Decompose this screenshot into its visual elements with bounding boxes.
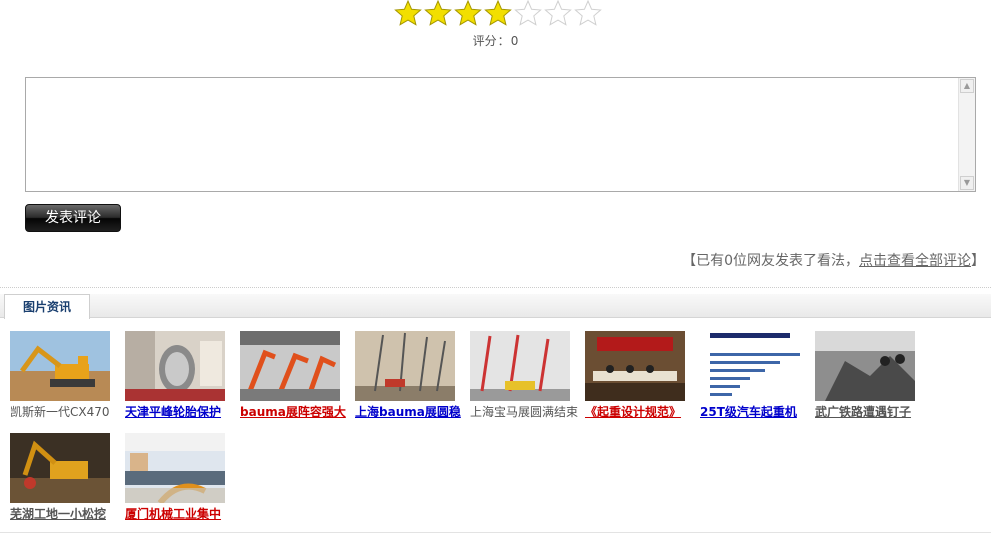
cranes-expo-photo[interactable] — [470, 331, 570, 401]
gallery-caption[interactable]: 上海宝马展圆满结束 — [470, 403, 582, 420]
comment-summary-suffix: 】 — [971, 253, 985, 269]
gallery-caption[interactable]: 《起重设计规范》 — [585, 403, 697, 420]
star-filled-icon[interactable] — [393, 0, 423, 26]
divider — [0, 287, 991, 288]
gallery-caption[interactable]: 厦门机械工业集中 — [125, 505, 237, 522]
gallery-item[interactable]: 天津平峰轮胎保护 — [125, 331, 237, 420]
gallery-item[interactable]: 上海bauma展圆稳 — [355, 331, 467, 420]
comment-box: ▲ ▼ — [25, 77, 976, 192]
gallery-item[interactable]: 25T级汽车起重机 — [700, 331, 812, 420]
gallery-item[interactable]: 上海宝马展圆满结束 — [470, 331, 582, 420]
gallery-caption[interactable]: 25T级汽车起重机 — [700, 403, 812, 420]
gallery-item[interactable]: 芜湖工地一小松挖 — [10, 433, 122, 522]
comment-textarea[interactable] — [26, 78, 959, 191]
gallery-item[interactable]: 凯斯新一代CX470 — [10, 331, 122, 420]
excavator-photo[interactable] — [10, 331, 110, 401]
demolition-photo[interactable] — [815, 331, 915, 401]
gallery-item[interactable]: 武广铁路遭遇钉子 — [815, 331, 927, 420]
gallery-item[interactable]: bauma展阵容强大 — [240, 331, 352, 420]
tab-photo-news[interactable]: 图片资讯 — [4, 294, 90, 319]
gallery-caption[interactable]: 芜湖工地一小松挖 — [10, 505, 122, 522]
gallery-caption[interactable]: bauma展阵容强大 — [240, 403, 352, 420]
star-empty-icon[interactable] — [543, 0, 573, 26]
view-all-comments-link[interactable]: 点击查看全部评论 — [859, 253, 971, 269]
rating-score: 评分：0 — [0, 32, 991, 49]
star-filled-icon[interactable] — [483, 0, 513, 26]
gallery-caption[interactable]: 凯斯新一代CX470 — [10, 403, 122, 420]
industry-crowd-photo[interactable] — [125, 433, 225, 503]
star-empty-icon[interactable] — [513, 0, 543, 26]
gallery-caption[interactable]: 上海bauma展圆稳 — [355, 403, 467, 420]
comment-scrollbar[interactable]: ▲ ▼ — [958, 78, 975, 191]
scroll-up-icon[interactable]: ▲ — [960, 79, 974, 93]
gallery-caption[interactable]: 天津平峰轮胎保护 — [125, 403, 237, 420]
star-empty-icon[interactable] — [573, 0, 603, 26]
scroll-down-icon[interactable]: ▼ — [960, 176, 974, 190]
gallery-item[interactable]: 厦门机械工业集中 — [125, 433, 237, 522]
meeting-photo[interactable] — [585, 331, 685, 401]
score-label: 评分 — [472, 34, 497, 48]
submit-comment-button[interactable]: 发表评论 — [25, 204, 121, 232]
score-value: 0 — [510, 34, 519, 48]
gallery-item[interactable]: 《起重设计规范》 — [585, 331, 697, 420]
bar-chart-image[interactable] — [700, 331, 800, 401]
tab-strip: 图片资讯 — [0, 294, 991, 319]
star-filled-icon[interactable] — [423, 0, 453, 26]
gallery-caption[interactable]: 武广铁路遭遇钉子 — [815, 403, 927, 420]
excavator-site-photo[interactable] — [10, 433, 110, 503]
tire-protection-photo[interactable] — [125, 331, 225, 401]
rating-stars[interactable] — [393, 0, 603, 26]
comment-summary-prefix: 【已有0位网友发表了看法， — [682, 253, 859, 269]
cranes-photo[interactable] — [355, 331, 455, 401]
star-filled-icon[interactable] — [453, 0, 483, 26]
machinery-booms-photo[interactable] — [240, 331, 340, 401]
comment-summary: 【已有0位网友发表了看法，点击查看全部评论】 — [682, 250, 985, 270]
score-separator: ： — [497, 34, 510, 48]
